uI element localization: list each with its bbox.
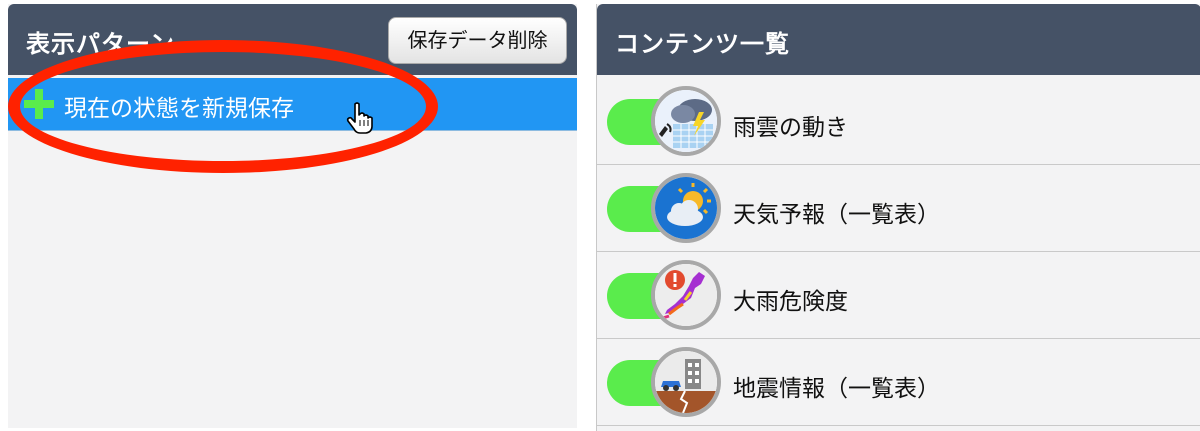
earthquake-building-icon [651,347,721,417]
display-pattern-title: 表示パターン [26,30,175,58]
japan-map-warning-icon [651,260,721,330]
display-pattern-header: 表示パターン 保存データ削除 [8,4,577,75]
sun-cloud-icon [651,173,721,243]
rain-cloud-radar-icon [651,86,721,156]
content-item-label: 大雨危険度 [733,289,848,315]
content-item-earthquake-info[interactable]: 地震情報（一覧表） [597,339,1200,426]
content-item-label: 天気予報（一覧表） [733,202,940,228]
content-item-heavy-rain-risk[interactable]: 大雨危険度 [597,252,1200,339]
pointer-hand-icon [346,102,373,134]
plus-icon [24,89,54,119]
content-item-label: 地震情報（一覧表） [733,376,940,402]
content-item-rain-cloud[interactable]: 雨雲の動き [597,78,1200,165]
delete-saved-data-button[interactable]: 保存データ削除 [388,17,567,64]
display-pattern-panel: 表示パターン 保存データ削除 現在の状態を新規保存 [8,4,577,428]
content-list-title: コンテンツ一覧 [615,30,790,58]
content-list-panel: コンテンツ一覧 雨雲の動き 天気予報（一覧表） 大雨危険度 地震情報（一覧表） [596,4,1200,431]
content-list-header: コンテンツ一覧 [597,4,1200,75]
save-current-state-label: 現在の状態を新規保存 [64,96,294,122]
content-item-weather-forecast[interactable]: 天気予報（一覧表） [597,165,1200,252]
content-item-label: 雨雲の動き [733,115,848,141]
save-current-state-row[interactable]: 現在の状態を新規保存 [8,78,577,134]
